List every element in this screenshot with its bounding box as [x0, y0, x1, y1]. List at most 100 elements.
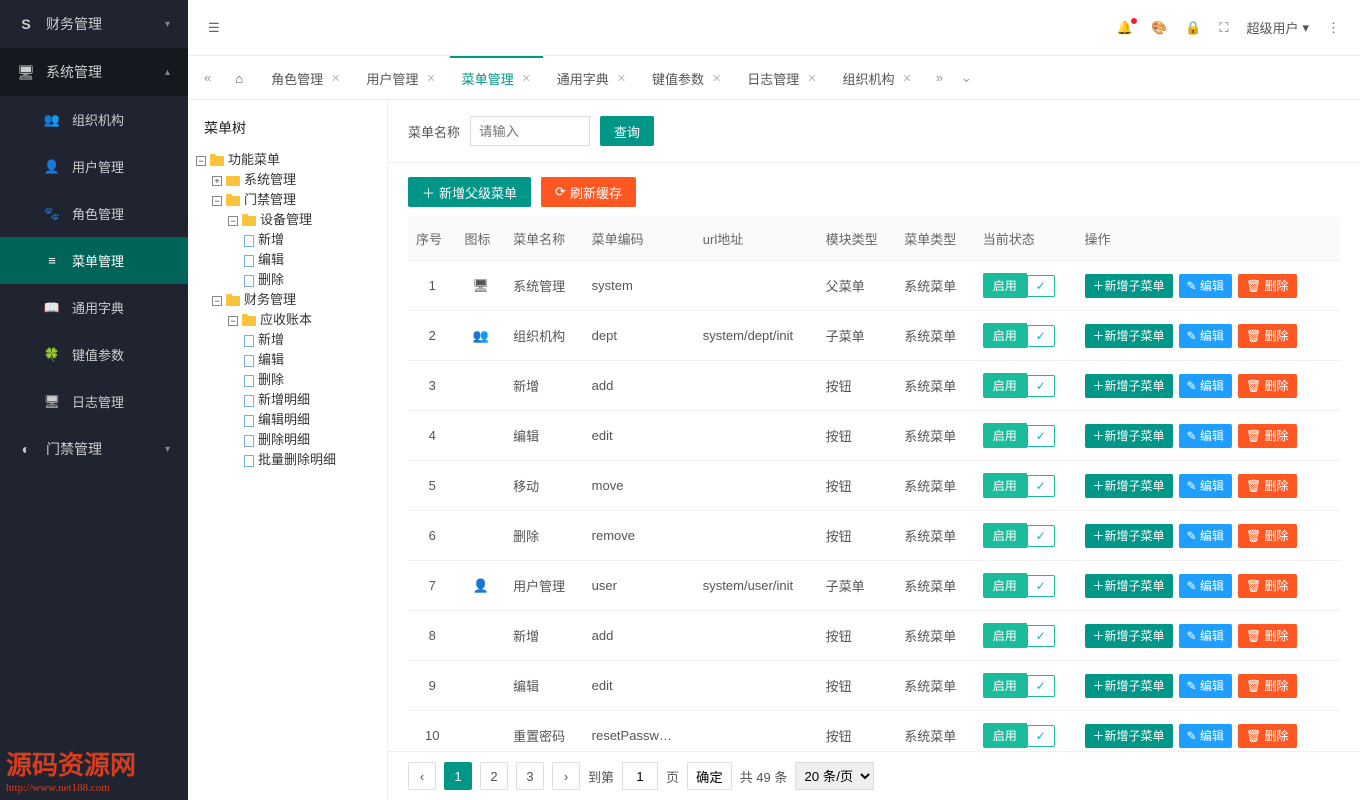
tab[interactable]: 角色管理✕ — [259, 56, 352, 99]
status-toggle[interactable]: 启用✓ — [983, 673, 1055, 698]
sidebar-group-finance[interactable]: S 财务管理 ▾ — [0, 0, 188, 48]
close-icon[interactable]: ✕ — [426, 72, 435, 85]
tab-home[interactable]: ⌂ — [221, 56, 257, 99]
status-toggle[interactable]: 启用✓ — [983, 623, 1055, 648]
theme-icon[interactable]: 🎨 — [1151, 20, 1167, 36]
page-prev[interactable]: ‹ — [408, 762, 436, 790]
tree-node[interactable]: 删除 — [258, 272, 284, 287]
tabs-dropdown[interactable]: ⌄ — [953, 70, 980, 86]
delete-button[interactable]: 🗑 删除 — [1238, 274, 1297, 298]
add-child-button[interactable]: ＋新增子菜单 — [1085, 674, 1173, 698]
tabs-scroll-right[interactable]: » — [928, 70, 951, 85]
status-toggle[interactable]: 启用✓ — [983, 523, 1055, 548]
tree-node[interactable]: 批量删除明细 — [258, 452, 336, 467]
lock-icon[interactable]: 🔒 — [1185, 20, 1201, 36]
bell-icon[interactable]: 🔔 — [1117, 20, 1133, 36]
page-next[interactable]: › — [552, 762, 580, 790]
tree-node[interactable]: 新增 — [258, 332, 284, 347]
close-icon[interactable]: ✕ — [807, 72, 816, 85]
delete-button[interactable]: 🗑 删除 — [1238, 574, 1297, 598]
fullscreen-icon[interactable]: ⛶ — [1219, 20, 1228, 36]
close-icon[interactable]: ✕ — [903, 72, 912, 85]
delete-button[interactable]: 🗑 删除 — [1238, 674, 1297, 698]
close-icon[interactable]: ✕ — [522, 72, 531, 85]
tab[interactable]: 键值参数✕ — [640, 56, 733, 99]
tree-toggle[interactable]: + — [212, 176, 222, 186]
tabs-scroll-left[interactable]: « — [196, 70, 219, 85]
page-number[interactable]: 2 — [480, 762, 508, 790]
edit-button[interactable]: ✎ 编辑 — [1179, 374, 1232, 398]
page-number[interactable]: 1 — [444, 762, 472, 790]
add-child-button[interactable]: ＋新增子菜单 — [1085, 624, 1173, 648]
add-child-button[interactable]: ＋新增子菜单 — [1085, 574, 1173, 598]
tree-node[interactable]: 编辑 — [258, 252, 284, 267]
add-child-button[interactable]: ＋新增子菜单 — [1085, 324, 1173, 348]
refresh-cache-button[interactable]: ⟳刷新缓存 — [541, 177, 636, 207]
tree-toggle[interactable]: − — [212, 296, 222, 306]
close-icon[interactable]: ✕ — [331, 72, 340, 85]
menu-toggle-icon[interactable]: ☰ — [208, 20, 220, 36]
tab[interactable]: 用户管理✕ — [354, 56, 447, 99]
per-page-select[interactable]: 20 条/页 — [795, 762, 874, 790]
sidebar-item-org[interactable]: 👥组织机构 — [0, 96, 188, 143]
close-icon[interactable]: ✕ — [617, 72, 626, 85]
tree-node[interactable]: 门禁管理 — [244, 192, 296, 207]
sidebar-group-access[interactable]: ◐ 门禁管理 ▾ — [0, 425, 188, 473]
add-child-button[interactable]: ＋新增子菜单 — [1085, 474, 1173, 498]
sidebar-group-system[interactable]: 🖥 系统管理 ▴ — [0, 48, 188, 96]
user-menu[interactable]: 超级用户 ▾ — [1246, 18, 1309, 37]
menu-name-input[interactable] — [470, 116, 590, 146]
status-toggle[interactable]: 启用✓ — [983, 723, 1055, 748]
edit-button[interactable]: ✎ 编辑 — [1179, 324, 1232, 348]
tab[interactable]: 组织机构✕ — [831, 56, 924, 99]
delete-button[interactable]: 🗑 删除 — [1238, 624, 1297, 648]
tree-node[interactable]: 新增明细 — [258, 392, 310, 407]
status-toggle[interactable]: 启用✓ — [983, 473, 1055, 498]
add-child-button[interactable]: ＋新增子菜单 — [1085, 724, 1173, 748]
sidebar-item-user[interactable]: 👤用户管理 — [0, 143, 188, 190]
add-child-button[interactable]: ＋新增子菜单 — [1085, 374, 1173, 398]
status-toggle[interactable]: 启用✓ — [983, 423, 1055, 448]
edit-button[interactable]: ✎ 编辑 — [1179, 674, 1232, 698]
tree-node[interactable]: 编辑明细 — [258, 412, 310, 427]
status-toggle[interactable]: 启用✓ — [983, 373, 1055, 398]
sidebar-item-log[interactable]: 🖥日志管理 — [0, 378, 188, 425]
tree-node[interactable]: 新增 — [258, 232, 284, 247]
status-toggle[interactable]: 启用✓ — [983, 323, 1055, 348]
goto-input[interactable] — [622, 762, 658, 790]
close-icon[interactable]: ✕ — [712, 72, 721, 85]
edit-button[interactable]: ✎ 编辑 — [1179, 724, 1232, 748]
add-child-button[interactable]: ＋新增子菜单 — [1085, 274, 1173, 298]
tab[interactable]: 日志管理✕ — [735, 56, 828, 99]
delete-button[interactable]: 🗑 删除 — [1238, 324, 1297, 348]
tree-node[interactable]: 删除 — [258, 372, 284, 387]
edit-button[interactable]: ✎ 编辑 — [1179, 424, 1232, 448]
edit-button[interactable]: ✎ 编辑 — [1179, 624, 1232, 648]
edit-button[interactable]: ✎ 编辑 — [1179, 474, 1232, 498]
delete-button[interactable]: 🗑 删除 — [1238, 724, 1297, 748]
tree-toggle[interactable]: − — [212, 196, 222, 206]
tree-node[interactable]: 功能菜单 — [228, 152, 280, 167]
tree-toggle[interactable]: − — [228, 316, 238, 326]
goto-confirm[interactable]: 确定 — [687, 762, 732, 790]
delete-button[interactable]: 🗑 删除 — [1238, 374, 1297, 398]
add-parent-button[interactable]: ＋新增父级菜单 — [408, 177, 531, 207]
sidebar-item-kv[interactable]: 🍀键值参数 — [0, 331, 188, 378]
sidebar-item-role[interactable]: 🐾角色管理 — [0, 190, 188, 237]
sidebar-item-dict[interactable]: 📖通用字典 — [0, 284, 188, 331]
delete-button[interactable]: 🗑 删除 — [1238, 424, 1297, 448]
tab[interactable]: 通用字典✕ — [545, 56, 638, 99]
tree-node[interactable]: 财务管理 — [244, 292, 296, 307]
tree-node[interactable]: 设备管理 — [260, 212, 312, 227]
add-child-button[interactable]: ＋新增子菜单 — [1085, 524, 1173, 548]
page-number[interactable]: 3 — [516, 762, 544, 790]
sidebar-item-menu[interactable]: ≡菜单管理 — [0, 237, 188, 284]
add-child-button[interactable]: ＋新增子菜单 — [1085, 424, 1173, 448]
delete-button[interactable]: 🗑 删除 — [1238, 474, 1297, 498]
tree-node[interactable]: 删除明细 — [258, 432, 310, 447]
more-icon[interactable]: ⋮ — [1327, 20, 1340, 36]
tree-node[interactable]: 系统管理 — [244, 172, 296, 187]
status-toggle[interactable]: 启用✓ — [983, 573, 1055, 598]
status-toggle[interactable]: 启用✓ — [983, 273, 1055, 298]
tree-toggle[interactable]: − — [196, 156, 206, 166]
